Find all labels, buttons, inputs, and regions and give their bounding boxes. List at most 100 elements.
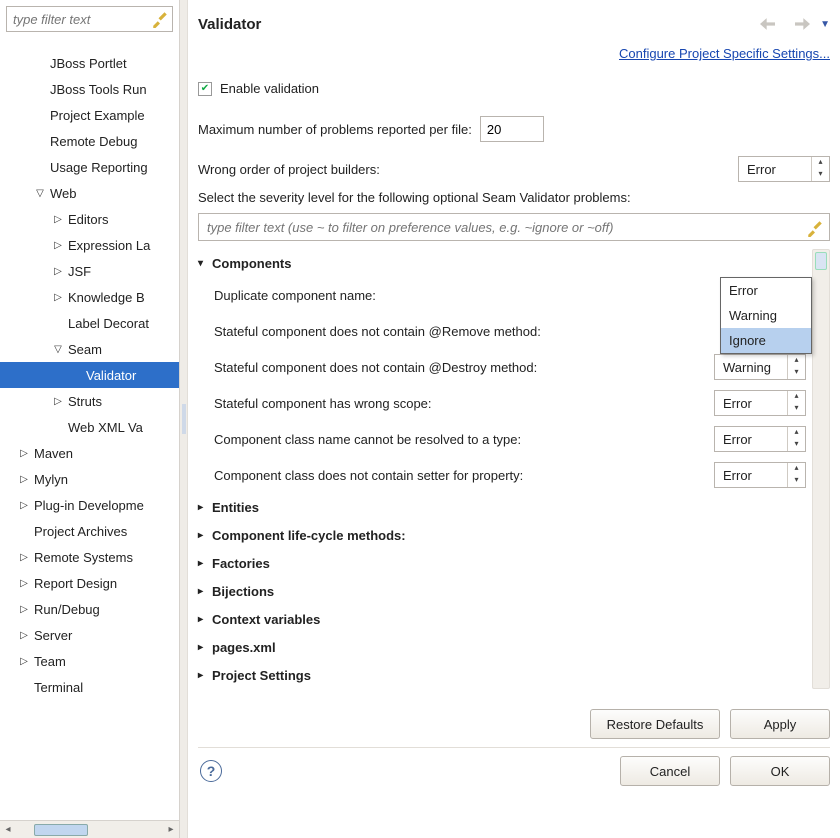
- expand-icon: ▷: [18, 604, 30, 615]
- menu-dropdown-icon[interactable]: ▼: [820, 19, 830, 30]
- tree-filter-wrap: [0, 0, 179, 38]
- tree-item[interactable]: ▽Web: [0, 180, 179, 206]
- tree-item[interactable]: ▷Mylyn: [0, 466, 179, 492]
- severity-filter-input[interactable]: [198, 213, 830, 241]
- help-icon[interactable]: ?: [200, 760, 222, 782]
- tree-item[interactable]: Remote Debug: [0, 128, 179, 154]
- severity-select[interactable]: Warning▴▾: [714, 354, 806, 380]
- section-collapsed[interactable]: ▸Factories: [198, 549, 806, 577]
- tree-item[interactable]: Usage Reporting: [0, 154, 179, 180]
- tree-item-label: Server: [30, 628, 72, 643]
- severity-row-label: Component class name cannot be resolved …: [214, 432, 714, 447]
- enable-validation-checkbox[interactable]: ✔: [198, 82, 212, 96]
- scrollbar-thumb[interactable]: [34, 824, 88, 836]
- tree-item-label: Web: [46, 186, 77, 201]
- section-components[interactable]: ▾ Components: [198, 249, 806, 277]
- tree-filter-input[interactable]: [6, 6, 173, 32]
- expand-icon: ▷: [18, 578, 30, 589]
- tree-item[interactable]: JBoss Portlet: [0, 50, 179, 76]
- tree-item[interactable]: ▽Seam: [0, 336, 179, 362]
- wrong-order-select[interactable]: Error ▴▾: [738, 156, 830, 182]
- severity-row: Duplicate component name:: [198, 277, 806, 313]
- tree-item[interactable]: ▷Team: [0, 648, 179, 674]
- expand-icon: ▷: [18, 448, 30, 459]
- severity-intro-label: Select the severity level for the follow…: [198, 190, 830, 205]
- scroll-left-icon[interactable]: ◂: [0, 822, 16, 838]
- section-collapsed[interactable]: ▸Bijections: [198, 577, 806, 605]
- tree-item-label: Team: [30, 654, 66, 669]
- severity-dropdown-open[interactable]: ErrorWarningIgnore: [720, 277, 812, 354]
- tree-item[interactable]: ▷Expression La: [0, 232, 179, 258]
- dropdown-option[interactable]: Error: [721, 278, 811, 303]
- tree-item[interactable]: Terminal: [0, 674, 179, 700]
- sash[interactable]: [180, 0, 188, 838]
- tree-item[interactable]: Web XML Va: [0, 414, 179, 440]
- severity-select[interactable]: Error▴▾: [714, 462, 806, 488]
- scroll-right-icon[interactable]: ▸: [163, 822, 179, 838]
- tree-item[interactable]: ▷Editors: [0, 206, 179, 232]
- preferences-tree-panel: JBoss Portlet JBoss Tools Run Project Exam…: [0, 0, 180, 838]
- tree-item-label: Remote Systems: [30, 550, 133, 565]
- max-problems-input[interactable]: [480, 116, 544, 142]
- tree-item[interactable]: Label Decorat: [0, 310, 179, 336]
- dropdown-option[interactable]: Warning: [721, 303, 811, 328]
- tree-item[interactable]: Project Example: [0, 102, 179, 128]
- tree-item-label: Seam: [64, 342, 102, 357]
- severity-row-label: Stateful component does not contain @Rem…: [214, 324, 806, 339]
- tree-item-label: Validator: [82, 368, 136, 383]
- tree-item-label: Editors: [64, 212, 108, 227]
- tree-item-label: Terminal: [30, 680, 83, 695]
- severity-select[interactable]: Error▴▾: [714, 426, 806, 452]
- scrollbar-thumb[interactable]: [815, 252, 827, 270]
- tree-item[interactable]: Validator: [0, 362, 179, 388]
- section-collapsed[interactable]: ▸Project Settings: [198, 661, 806, 689]
- tree-item[interactable]: ▷Server: [0, 622, 179, 648]
- forward-icon[interactable]: [790, 17, 810, 31]
- tree-item[interactable]: Project Archives: [0, 518, 179, 544]
- clear-severity-filter-icon[interactable]: [806, 219, 824, 237]
- tree-item[interactable]: ▷JSF: [0, 258, 179, 284]
- expand-icon: ▷: [52, 240, 64, 251]
- tree-item-label: JBoss Tools Run: [46, 82, 147, 97]
- expand-icon: ▽: [34, 188, 46, 199]
- section-collapsed[interactable]: ▸Component life-cycle methods:: [198, 521, 806, 549]
- tree-item-label: JSF: [64, 264, 91, 279]
- tree-item-label: Run/Debug: [30, 602, 100, 617]
- restore-defaults-button[interactable]: Restore Defaults: [590, 709, 720, 739]
- configure-project-link[interactable]: Configure Project Specific Settings...: [619, 46, 830, 61]
- tree-item-label: Maven: [30, 446, 73, 461]
- expand-icon: ▸: [198, 530, 212, 541]
- tree-item-label: Expression La: [64, 238, 150, 253]
- tree-item[interactable]: ▷Run/Debug: [0, 596, 179, 622]
- tree-item-label: Project Example: [46, 108, 145, 123]
- tree-item[interactable]: ▷Remote Systems: [0, 544, 179, 570]
- back-icon[interactable]: [760, 17, 780, 31]
- section-collapsed[interactable]: ▸Context variables: [198, 605, 806, 633]
- severity-select[interactable]: Error▴▾: [714, 390, 806, 416]
- dropdown-option[interactable]: Ignore: [721, 328, 811, 353]
- tree-item-label: Knowledge B: [64, 290, 145, 305]
- expand-icon: ▽: [52, 344, 64, 355]
- expand-icon: ▸: [198, 614, 212, 625]
- apply-button[interactable]: Apply: [730, 709, 830, 739]
- tree-item[interactable]: ▷Plug-in Developme: [0, 492, 179, 518]
- expand-icon: ▸: [198, 670, 212, 681]
- section-collapsed[interactable]: ▸Entities: [198, 493, 806, 521]
- expand-icon: ▷: [18, 474, 30, 485]
- ok-button[interactable]: OK: [730, 756, 830, 786]
- section-collapsed[interactable]: ▸pages.xml: [198, 633, 806, 661]
- expand-icon: ▷: [18, 630, 30, 641]
- tree-item[interactable]: ▷Struts: [0, 388, 179, 414]
- settings-vertical-scrollbar[interactable]: [812, 249, 830, 689]
- tree-item[interactable]: ▷Report Design: [0, 570, 179, 596]
- tree-item[interactable]: ▷Knowledge B: [0, 284, 179, 310]
- tree-horizontal-scrollbar[interactable]: ◂ ▸: [0, 820, 179, 838]
- expand-icon: ▷: [18, 656, 30, 667]
- cancel-button[interactable]: Cancel: [620, 756, 720, 786]
- clear-filter-icon[interactable]: [151, 10, 169, 28]
- severity-row: Component class name cannot be resolved …: [198, 421, 806, 457]
- tree-item[interactable]: JBoss Tools Run: [0, 76, 179, 102]
- tree-item-label: Web XML Va: [64, 420, 143, 435]
- tree-item[interactable]: ▷Maven: [0, 440, 179, 466]
- preferences-tree[interactable]: JBoss Portlet JBoss Tools Run Project Exam…: [0, 38, 179, 820]
